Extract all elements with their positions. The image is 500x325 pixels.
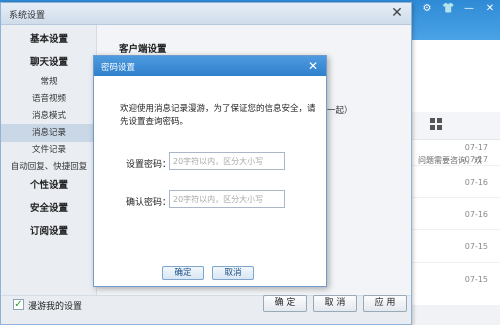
skin-shirt-icon[interactable]: 👕 <box>442 3 454 15</box>
recent-item-time: 07-17 <box>464 155 488 164</box>
sidebar-item-message-history[interactable]: 消息记录 <box>1 124 97 142</box>
dialog-title: 密码设置 <box>101 63 136 73</box>
list-divider <box>410 262 500 263</box>
recent-item-time: 07-16 <box>464 178 488 187</box>
content-text-fragment: 一起） <box>327 106 353 116</box>
system-settings-titlebar[interactable]: 系统设置 ✕ <box>1 3 411 25</box>
app-grid-icon[interactable] <box>430 118 442 130</box>
sidebar-item-file-history[interactable]: 文件记录 <box>1 141 97 159</box>
recent-item-time: 07-16 <box>464 210 488 219</box>
sidebar-item-voice-video[interactable]: 语音视频 <box>1 90 97 108</box>
recent-contacts-toolbar <box>410 112 500 140</box>
settings-gear-icon[interactable]: ⚙ <box>421 3 433 15</box>
recent-item-time: 07-15 <box>464 242 488 251</box>
list-divider <box>410 229 500 230</box>
section-heading: 客户端设置 <box>119 44 167 55</box>
close-icon[interactable]: ✕ <box>389 5 405 21</box>
roam-settings-label: 漫游我的设置 <box>28 302 83 312</box>
dialog-ok-button[interactable]: 确定 <box>162 266 204 280</box>
ok-button[interactable]: 确 定 <box>263 295 307 312</box>
sidebar-item-subscription[interactable]: 订阅设置 <box>1 223 97 241</box>
main-window-bottom-bar <box>410 305 500 325</box>
window-title: 系统设置 <box>9 11 46 21</box>
dialog-titlebar[interactable]: 密码设置 ✕ <box>94 56 326 76</box>
main-window-controls: ⚙ 👕 — ✕ <box>421 3 496 17</box>
dialog-cancel-button[interactable]: 取消 <box>212 266 254 280</box>
sidebar-item-general[interactable]: 常规 <box>1 73 97 91</box>
roam-settings-checkbox[interactable]: ✓ <box>13 299 24 310</box>
apply-button[interactable]: 应 用 <box>363 295 407 312</box>
sidebar-item-chat[interactable]: 聊天设置 <box>1 54 97 72</box>
settings-sidebar: 基本设置 聊天设置 常规 语音视频 消息模式 消息记录 文件记录 自动回复、快捷… <box>1 25 97 295</box>
sidebar-item-personal[interactable]: 个性设置 <box>1 177 97 195</box>
close-icon[interactable]: ✕ <box>484 3 496 15</box>
sidebar-item-security[interactable]: 安全设置 <box>1 200 97 218</box>
recent-item-time: 07-17 <box>464 143 488 152</box>
dialog-message: 欢迎使用消息记录漫游，为了保证您的信息安全，请先设置查询密码。 <box>120 104 316 127</box>
list-divider <box>410 165 500 166</box>
cancel-button[interactable]: 取 消 <box>313 295 357 312</box>
sidebar-item-message-mode[interactable]: 消息模式 <box>1 107 97 125</box>
password-input[interactable] <box>169 152 285 170</box>
minimize-icon[interactable]: — <box>463 3 475 15</box>
recent-item-time: 07-15 <box>464 275 488 284</box>
confirm-password-input[interactable] <box>169 190 285 208</box>
close-icon[interactable]: ✕ <box>305 58 321 74</box>
sidebar-item-auto-reply[interactable]: 自动回复、快捷回复 <box>1 158 97 176</box>
password-label: 设置密码： <box>126 160 172 170</box>
sidebar-item-basic[interactable]: 基本设置 <box>1 31 97 49</box>
confirm-password-label: 确认密码： <box>126 198 172 208</box>
password-settings-dialog: 密码设置 ✕ 欢迎使用消息记录漫游，为了保证您的信息安全，请先设置查询密码。 设… <box>93 55 327 287</box>
list-divider <box>410 197 500 198</box>
